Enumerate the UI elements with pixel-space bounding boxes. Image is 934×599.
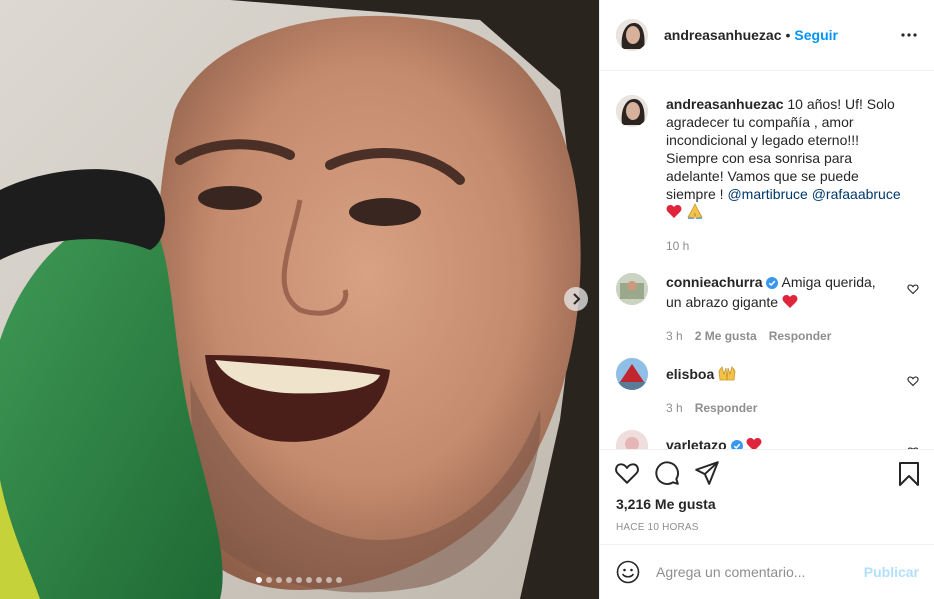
avatar[interactable] xyxy=(616,19,648,51)
carousel-dot xyxy=(336,577,342,583)
comment-text: elisboa xyxy=(666,365,894,385)
raising-hands-emoji-icon xyxy=(718,365,736,385)
avatar[interactable] xyxy=(616,95,648,127)
comment-time[interactable]: 3 h xyxy=(666,329,683,343)
carousel-dot xyxy=(276,577,282,583)
reply-button[interactable]: Responder xyxy=(769,329,832,343)
comment-item: varletazo xyxy=(616,430,919,450)
more-options-icon[interactable] xyxy=(899,25,919,45)
avatar-image xyxy=(616,430,648,450)
avatar-image xyxy=(616,273,648,305)
action-icons xyxy=(614,460,720,486)
avatar[interactable] xyxy=(616,430,648,450)
post-timestamp[interactable]: HACE 10 HORAS xyxy=(616,522,699,533)
comment-item: elisboa 3 h Responder xyxy=(616,358,919,415)
comment-likes[interactable]: 2 Me gusta xyxy=(695,329,757,343)
caption: andreasanhuezac 10 años! Uf! Solo agrade… xyxy=(616,72,919,253)
carousel-dot xyxy=(326,577,332,583)
caption-text: andreasanhuezac 10 años! Uf! Solo agrade… xyxy=(666,95,906,223)
carousel-dot xyxy=(316,577,322,583)
avatar-image xyxy=(616,358,648,390)
instagram-post: andreasanhuezac • Seguir andreasanhuezac… xyxy=(0,0,934,599)
red-heart-emoji-icon xyxy=(782,294,798,313)
reply-button[interactable]: Responder xyxy=(695,401,758,415)
post-actions: 3,216 Me gusta HACE 10 HORAS xyxy=(600,449,934,545)
comment-text: conniеachurra Amiga querida, un abrazo g… xyxy=(666,273,894,313)
carousel-next-button[interactable] xyxy=(564,287,588,311)
carousel-dot xyxy=(266,577,272,583)
header-username[interactable]: andreasanhuezac xyxy=(664,27,782,43)
post-comment-button[interactable]: Publicar xyxy=(864,564,919,580)
like-heart-icon[interactable] xyxy=(614,460,640,486)
avatar[interactable] xyxy=(616,273,648,305)
emoji-smiley-icon[interactable] xyxy=(616,560,640,584)
comment-item: conniеachurra Amiga querida, un abrazo g… xyxy=(616,273,919,343)
mention-link[interactable]: @rafaaabruce xyxy=(812,186,901,202)
avatar-image xyxy=(616,95,648,127)
comments-list[interactable]: andreasanhuezac 10 años! Uf! Solo agrade… xyxy=(600,72,934,450)
like-comment-heart-icon[interactable] xyxy=(907,375,919,387)
chevron-right-icon xyxy=(573,293,581,305)
caption-time[interactable]: 10 h xyxy=(666,239,689,253)
bookmark-icon[interactable] xyxy=(897,461,921,487)
comment-meta: 3 h Responder xyxy=(666,401,894,415)
share-send-icon[interactable] xyxy=(694,460,720,486)
follow-button[interactable]: Seguir xyxy=(794,27,838,43)
caption-username[interactable]: andreasanhuezac xyxy=(666,96,784,112)
verified-badge-icon xyxy=(766,275,779,293)
carousel-dot xyxy=(286,577,292,583)
carousel-indicator xyxy=(256,577,342,583)
mention-link[interactable]: @martibruce xyxy=(727,186,807,202)
post-side-panel: andreasanhuezac • Seguir andreasanhuezac… xyxy=(599,0,934,599)
post-image xyxy=(0,0,599,599)
comment-username[interactable]: elisboa xyxy=(666,366,714,382)
header-separator: • xyxy=(785,27,791,43)
praying-hands-emoji-icon xyxy=(686,203,704,223)
comment-time[interactable]: 3 h xyxy=(666,401,683,415)
comment-input[interactable] xyxy=(656,564,852,580)
comment-username[interactable]: conniеachurra xyxy=(666,274,762,290)
add-comment-bar: Publicar xyxy=(600,544,934,599)
carousel-dot xyxy=(256,577,262,583)
comment-bubble-icon[interactable] xyxy=(654,460,680,486)
like-comment-heart-icon[interactable] xyxy=(907,283,919,295)
carousel-dot xyxy=(296,577,302,583)
carousel-dot xyxy=(306,577,312,583)
post-photo[interactable] xyxy=(0,0,599,599)
caption-meta: 10 h xyxy=(666,239,906,253)
avatar-image xyxy=(616,19,648,51)
likes-count[interactable]: 3,216 Me gusta xyxy=(616,496,716,512)
comment-text: varletazo xyxy=(666,436,894,450)
red-heart-emoji-icon xyxy=(666,204,682,223)
post-header: andreasanhuezac • Seguir xyxy=(600,0,934,71)
comment-meta: 3 h 2 Me gusta Responder xyxy=(666,329,894,343)
avatar[interactable] xyxy=(616,358,648,390)
